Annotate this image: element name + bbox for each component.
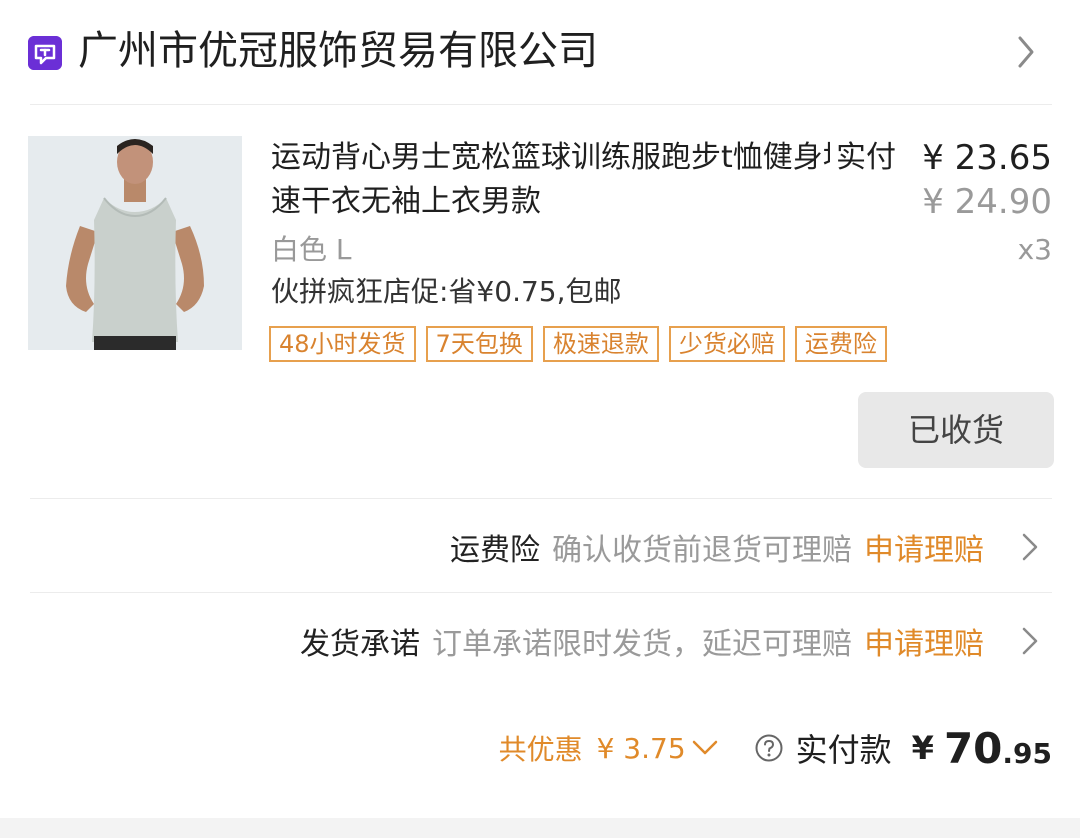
service-title: 发货承诺 [300, 627, 420, 662]
discount-label[interactable]: 共优惠 [499, 728, 583, 768]
service-row-shipping-promise[interactable]: 发货承诺 订单承诺限时发货，延迟可理赔 申请理赔 [300, 616, 1042, 666]
bottom-separator [0, 818, 1080, 838]
chevron-right-icon[interactable] [1018, 623, 1042, 659]
tag-shortage-compensation: 少货必赔 [668, 326, 785, 362]
order-card: 广州市优冠服饰贸易有限公司 运动背心男士宽松篮球训练服跑步t恤健身坎肩速干衣无袖… [0, 0, 1080, 838]
service-tags: 48小时发货 7天包换 极速退款 少货必赔 运费险 [269, 326, 887, 364]
chevron-down-icon[interactable] [690, 738, 720, 758]
tag-7day-exchange: 7天包换 [425, 326, 533, 362]
chevron-right-icon[interactable] [1018, 529, 1042, 565]
claim-link[interactable]: 申请理赔 [864, 619, 984, 663]
paid-price: ¥ 23.65 [922, 138, 1052, 178]
service-description: 确认收货前退货可理赔 [552, 533, 852, 568]
total-currency: ¥ [911, 729, 934, 767]
tag-48h-shipping: 48小时发货 [269, 326, 416, 362]
product-sku: 白色 L [271, 233, 352, 266]
total-amount-decimal: .95 [1002, 736, 1052, 770]
shop-name[interactable]: 广州市优冠服饰贸易有限公司 [78, 24, 598, 78]
service-description: 订单承诺限时发货，延迟可理赔 [432, 627, 852, 662]
order-summary: 共优惠 ¥ 3.75 实付款 ¥ 70 .95 [499, 718, 1052, 778]
paid-label: 实付 [830, 136, 896, 180]
original-price: ¥ 24.90 [922, 182, 1052, 222]
product-title[interactable]: 运动背心男士宽松篮球训练服跑步t恤健身坎肩速干衣无袖上衣男款 [271, 136, 911, 224]
discount-value[interactable]: ¥ 3.75 [597, 732, 686, 765]
total-label: 实付款 [795, 731, 892, 769]
tag-fast-refund: 极速退款 [542, 326, 659, 362]
shop-logo-icon [28, 36, 62, 70]
total-amount-integer: 70 [943, 723, 1003, 773]
product-image[interactable] [28, 136, 242, 350]
header-divider [30, 104, 1052, 105]
chevron-right-icon[interactable] [1012, 32, 1040, 72]
product-divider [30, 498, 1052, 499]
service-divider [30, 592, 1052, 593]
shop-header[interactable]: 广州市优冠服饰贸易有限公司 [0, 0, 1080, 104]
product-photo-illustration [28, 136, 242, 350]
service-title: 运费险 [450, 533, 540, 568]
claim-link[interactable]: 申请理赔 [864, 525, 984, 569]
tag-shipping-insurance: 运费险 [794, 326, 887, 362]
service-row-shipping-insurance[interactable]: 运费险 确认收货前退货可理赔 申请理赔 [450, 522, 1042, 572]
received-button[interactable]: 已收货 [858, 392, 1054, 468]
product-quantity: x3 [1017, 233, 1052, 266]
help-circle-icon[interactable] [754, 733, 784, 763]
promo-text: 伙拼疯狂店促:省¥0.75,包邮 [271, 275, 622, 308]
